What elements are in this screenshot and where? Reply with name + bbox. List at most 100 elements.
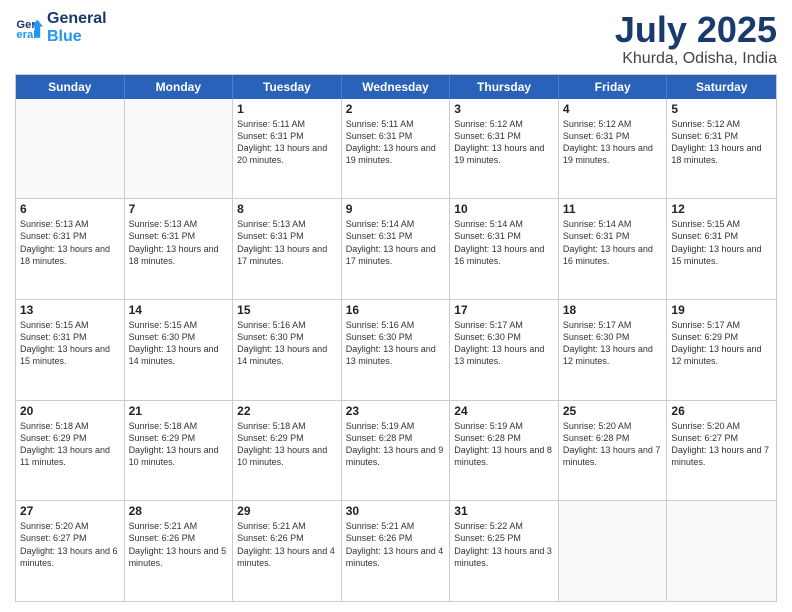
empty-cell — [16, 99, 125, 199]
cell-info: Sunrise: 5:14 AM Sunset: 6:31 PM Dayligh… — [454, 218, 554, 267]
logo-icon: Gen eral — [15, 14, 43, 42]
day-number: 17 — [454, 303, 554, 317]
calendar-row-1: 1 Sunrise: 5:11 AM Sunset: 6:31 PM Daylig… — [16, 99, 776, 200]
day-number: 13 — [20, 303, 120, 317]
empty-cell — [125, 99, 234, 199]
header-cell-sunday: Sunday — [16, 75, 125, 99]
day-number: 29 — [237, 504, 337, 518]
day-number: 7 — [129, 202, 229, 216]
day-number: 10 — [454, 202, 554, 216]
day-number: 16 — [346, 303, 446, 317]
day-cell-30: 30Sunrise: 5:21 AM Sunset: 6:26 PM Dayli… — [342, 501, 451, 601]
day-cell-22: 22 Sunrise: 5:18 AM Sunset: 6:29 PM Dayli… — [233, 401, 342, 501]
day-cell-25: 25 Sunrise: 5:20 AM Sunset: 6:28 PM Dayli… — [559, 401, 668, 501]
empty-cell — [559, 501, 668, 601]
logo-line1: General — [47, 10, 107, 28]
calendar-header: SundayMondayTuesdayWednesdayThursdayFrid… — [16, 75, 776, 99]
cell-info: Sunrise: 5:13 AM Sunset: 6:31 PM Dayligh… — [129, 218, 229, 267]
day-number: 22 — [237, 404, 337, 418]
day-number: 20 — [20, 404, 120, 418]
day-number: 24 — [454, 404, 554, 418]
cell-info: Sunrise: 5:17 AM Sunset: 6:30 PM Dayligh… — [563, 319, 663, 368]
cell-info: Sunrise: 5:18 AM Sunset: 6:29 PM Dayligh… — [20, 420, 120, 469]
page-header: Gen eral General Blue July 2025 Khurda, … — [15, 10, 777, 68]
cell-info: Sunrise: 5:17 AM Sunset: 6:29 PM Dayligh… — [671, 319, 772, 368]
day-cell-3: 3 Sunrise: 5:12 AM Sunset: 6:31 PM Daylig… — [450, 99, 559, 199]
calendar-body: 1 Sunrise: 5:11 AM Sunset: 6:31 PM Daylig… — [16, 99, 776, 601]
day-number: 12 — [671, 202, 772, 216]
day-cell-12: 12 Sunrise: 5:15 AM Sunset: 6:31 PM Dayli… — [667, 199, 776, 299]
day-number: 18 — [563, 303, 663, 317]
cell-info: Sunrise: 5:21 AM Sunset: 6:26 PM Dayligh… — [237, 520, 337, 569]
cell-info: Sunrise: 5:12 AM Sunset: 6:31 PM Dayligh… — [454, 118, 554, 167]
day-number: 6 — [20, 202, 120, 216]
day-number: 2 — [346, 102, 446, 116]
day-cell-23: 23Sunrise: 5:19 AM Sunset: 6:28 PM Dayli… — [342, 401, 451, 501]
calendar: SundayMondayTuesdayWednesdayThursdayFrid… — [15, 74, 777, 602]
day-number: 31 — [454, 504, 554, 518]
header-cell-monday: Monday — [125, 75, 234, 99]
day-cell-26: 26 Sunrise: 5:20 AM Sunset: 6:27 PM Dayli… — [667, 401, 776, 501]
day-cell-11: 11 Sunrise: 5:14 AM Sunset: 6:31 PM Dayli… — [559, 199, 668, 299]
cell-info: Sunrise: 5:19 AM Sunset: 6:28 PM Dayligh… — [454, 420, 554, 469]
cell-info: Sunrise: 5:12 AM Sunset: 6:31 PM Dayligh… — [563, 118, 663, 167]
day-number: 28 — [129, 504, 229, 518]
day-number: 15 — [237, 303, 337, 317]
calendar-row-5: 27Sunrise: 5:20 AM Sunset: 6:27 PM Dayli… — [16, 501, 776, 601]
logo: Gen eral General Blue — [15, 10, 107, 45]
day-cell-15: 15 Sunrise: 5:16 AM Sunset: 6:30 PM Dayli… — [233, 300, 342, 400]
day-number: 11 — [563, 202, 663, 216]
month-title: July 2025 — [615, 10, 777, 50]
day-cell-8: 8Sunrise: 5:13 AM Sunset: 6:31 PM Daylig… — [233, 199, 342, 299]
cell-info: Sunrise: 5:14 AM Sunset: 6:31 PM Dayligh… — [563, 218, 663, 267]
calendar-row-2: 6 Sunrise: 5:13 AM Sunset: 6:31 PM Daylig… — [16, 199, 776, 300]
header-cell-saturday: Saturday — [667, 75, 776, 99]
day-cell-10: 10 Sunrise: 5:14 AM Sunset: 6:31 PM Dayli… — [450, 199, 559, 299]
cell-info: Sunrise: 5:15 AM Sunset: 6:31 PM Dayligh… — [20, 319, 120, 368]
day-cell-24: 24 Sunrise: 5:19 AM Sunset: 6:28 PM Dayli… — [450, 401, 559, 501]
cell-info: Sunrise: 5:18 AM Sunset: 6:29 PM Dayligh… — [129, 420, 229, 469]
day-cell-1: 1 Sunrise: 5:11 AM Sunset: 6:31 PM Daylig… — [233, 99, 342, 199]
cell-info: Sunrise: 5:21 AM Sunset: 6:26 PM Dayligh… — [346, 520, 446, 569]
day-cell-14: 14 Sunrise: 5:15 AM Sunset: 6:30 PM Dayli… — [125, 300, 234, 400]
cell-info: Sunrise: 5:11 AM Sunset: 6:31 PM Dayligh… — [237, 118, 337, 167]
day-number: 9 — [346, 202, 446, 216]
day-cell-20: 20 Sunrise: 5:18 AM Sunset: 6:29 PM Dayli… — [16, 401, 125, 501]
title-block: July 2025 Khurda, Odisha, India — [615, 10, 777, 68]
day-cell-4: 4Sunrise: 5:12 AM Sunset: 6:31 PM Daylig… — [559, 99, 668, 199]
cell-info: Sunrise: 5:16 AM Sunset: 6:30 PM Dayligh… — [346, 319, 446, 368]
header-cell-thursday: Thursday — [450, 75, 559, 99]
day-cell-5: 5Sunrise: 5:12 AM Sunset: 6:31 PM Daylig… — [667, 99, 776, 199]
cell-info: Sunrise: 5:15 AM Sunset: 6:31 PM Dayligh… — [671, 218, 772, 267]
location: Khurda, Odisha, India — [615, 50, 777, 68]
day-cell-9: 9Sunrise: 5:14 AM Sunset: 6:31 PM Daylig… — [342, 199, 451, 299]
day-number: 25 — [563, 404, 663, 418]
day-number: 3 — [454, 102, 554, 116]
cell-info: Sunrise: 5:16 AM Sunset: 6:30 PM Dayligh… — [237, 319, 337, 368]
day-cell-2: 2 Sunrise: 5:11 AM Sunset: 6:31 PM Daylig… — [342, 99, 451, 199]
day-number: 19 — [671, 303, 772, 317]
day-cell-18: 18 Sunrise: 5:17 AM Sunset: 6:30 PM Dayli… — [559, 300, 668, 400]
cell-info: Sunrise: 5:15 AM Sunset: 6:30 PM Dayligh… — [129, 319, 229, 368]
cell-info: Sunrise: 5:20 AM Sunset: 6:27 PM Dayligh… — [20, 520, 120, 569]
logo-line2: Blue — [47, 28, 107, 46]
svg-text:eral: eral — [16, 28, 36, 40]
cell-info: Sunrise: 5:21 AM Sunset: 6:26 PM Dayligh… — [129, 520, 229, 569]
day-cell-7: 7 Sunrise: 5:13 AM Sunset: 6:31 PM Daylig… — [125, 199, 234, 299]
calendar-page: Gen eral General Blue July 2025 Khurda, … — [0, 0, 792, 612]
day-number: 23 — [346, 404, 446, 418]
cell-info: Sunrise: 5:17 AM Sunset: 6:30 PM Dayligh… — [454, 319, 554, 368]
day-cell-16: 16 Sunrise: 5:16 AM Sunset: 6:30 PM Dayli… — [342, 300, 451, 400]
cell-info: Sunrise: 5:20 AM Sunset: 6:27 PM Dayligh… — [671, 420, 772, 469]
cell-info: Sunrise: 5:18 AM Sunset: 6:29 PM Dayligh… — [237, 420, 337, 469]
cell-info: Sunrise: 5:13 AM Sunset: 6:31 PM Dayligh… — [20, 218, 120, 267]
day-cell-31: 31Sunrise: 5:22 AM Sunset: 6:25 PM Dayli… — [450, 501, 559, 601]
day-number: 14 — [129, 303, 229, 317]
cell-info: Sunrise: 5:11 AM Sunset: 6:31 PM Dayligh… — [346, 118, 446, 167]
day-cell-6: 6 Sunrise: 5:13 AM Sunset: 6:31 PM Daylig… — [16, 199, 125, 299]
day-number: 1 — [237, 102, 337, 116]
day-number: 26 — [671, 404, 772, 418]
day-cell-28: 28 Sunrise: 5:21 AM Sunset: 6:26 PM Dayli… — [125, 501, 234, 601]
day-cell-19: 19 Sunrise: 5:17 AM Sunset: 6:29 PM Dayli… — [667, 300, 776, 400]
cell-info: Sunrise: 5:20 AM Sunset: 6:28 PM Dayligh… — [563, 420, 663, 469]
